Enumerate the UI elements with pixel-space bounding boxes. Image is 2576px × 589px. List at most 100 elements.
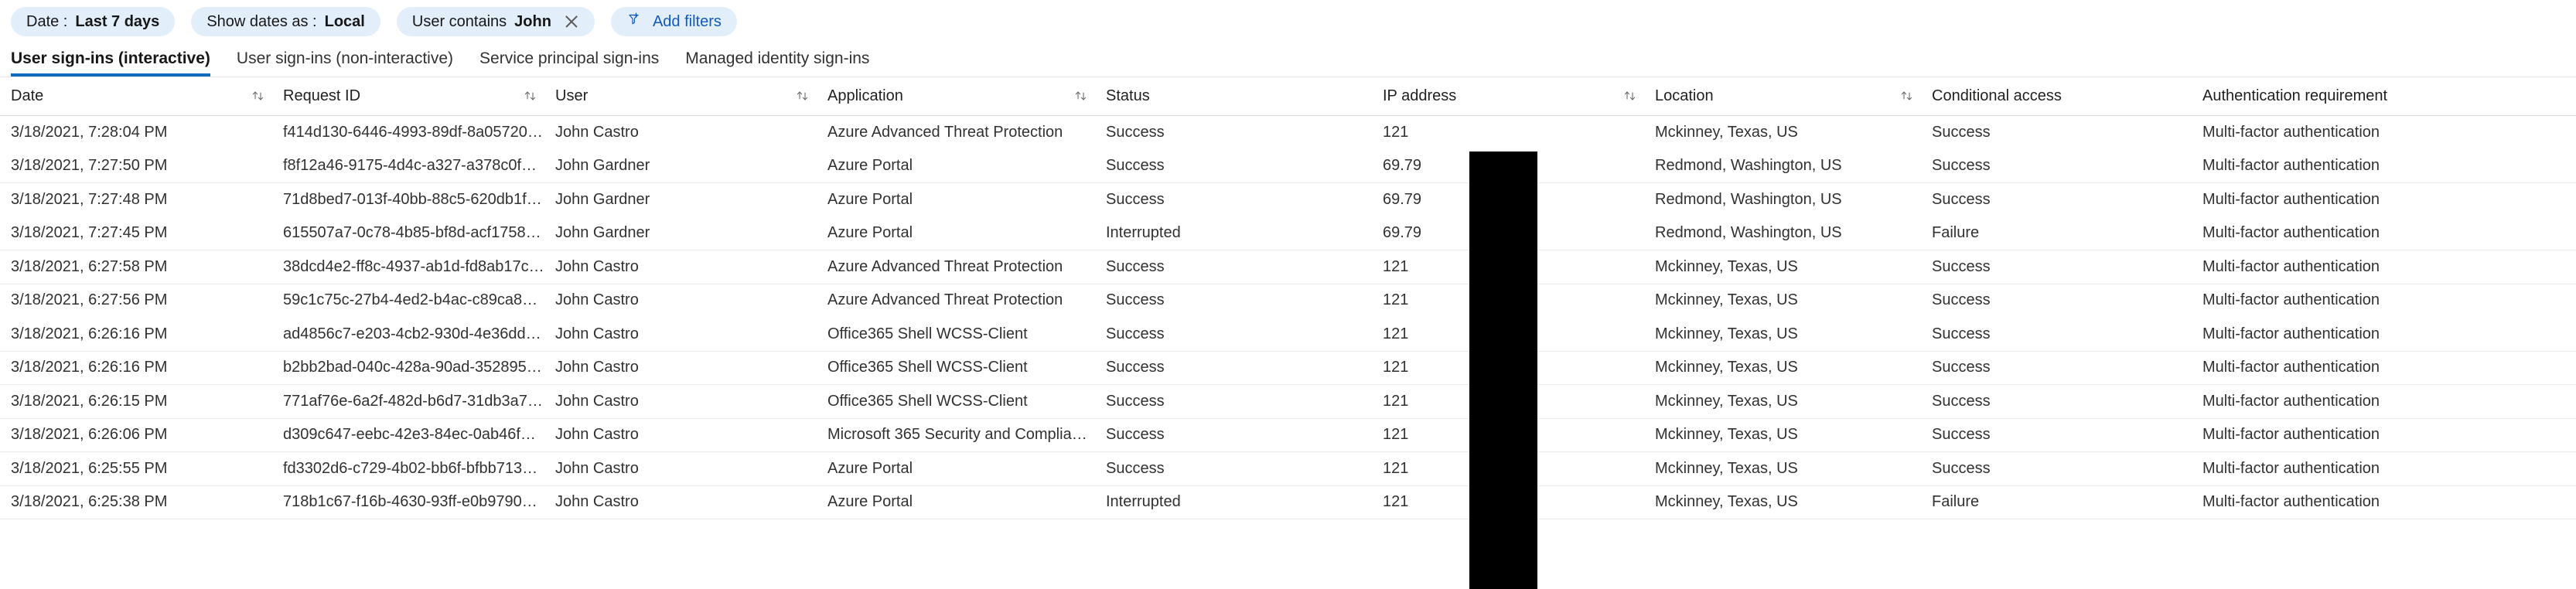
tab-3[interactable]: Managed identity sign-ins — [685, 49, 885, 77]
column-header-label: Authentication requirement — [2202, 87, 2388, 104]
cell-req: 59c1c75c-27b4-4ed2-b4ac-c89ca8d304... — [283, 291, 555, 309]
cell-auth: Multi-factor authentication — [2202, 359, 2380, 376]
cell-loc: Mckinney, Texas, US — [1655, 493, 1798, 511]
cell-app: Office365 Shell WCSS-Client — [827, 359, 1028, 376]
cell-req: 38dcd4e2-ff8c-4937-ab1d-fd8ab17c0400 — [283, 257, 555, 275]
cell-ca: Success — [1932, 392, 1991, 410]
column-header-date[interactable]: Date — [11, 87, 283, 105]
cell-date: 3/18/2021, 7:27:45 PM — [11, 224, 168, 242]
cell-loc: Mckinney, Texas, US — [1655, 459, 1798, 477]
table-row[interactable]: 3/18/2021, 6:26:16 PM b2bb2bad-040c-428a-… — [0, 352, 2576, 385]
cell-loc: Redmond, Washington, US — [1655, 190, 1842, 208]
table-row[interactable]: 3/18/2021, 7:28:04 PM f414d130-6446-4993-… — [0, 116, 2576, 150]
cell-ip: 121 — [1383, 123, 1409, 141]
filter-chip[interactable]: Date : Last 7 days — [11, 7, 176, 36]
cell-stat: Success — [1106, 291, 1165, 309]
cell-loc: Mckinney, Texas, US — [1655, 325, 1798, 342]
column-header-label: Application — [827, 87, 903, 104]
cell-date: 3/18/2021, 6:26:15 PM — [11, 392, 168, 410]
table-row[interactable]: 3/18/2021, 6:25:55 PM fd3302d6-c729-4b02-… — [0, 452, 2576, 486]
cell-stat: Success — [1106, 426, 1165, 444]
add-filters-label: Add filters — [652, 12, 722, 30]
filter-chip-label: Show dates as : — [206, 12, 317, 30]
cell-loc: Mckinney, Texas, US — [1655, 257, 1798, 275]
cell-app: Office365 Shell WCSS-Client — [827, 325, 1028, 342]
column-header-stat[interactable]: Status — [1106, 87, 1383, 105]
table-row[interactable]: 3/18/2021, 6:27:56 PM 59c1c75c-27b4-4ed2-… — [0, 284, 2576, 318]
table-row[interactable]: 3/18/2021, 7:27:48 PM 71d8bed7-013f-40bb-… — [0, 183, 2576, 217]
cell-ca: Success — [1932, 157, 1991, 175]
filter-chip-label: User contains — [411, 12, 507, 30]
add-filters-chip[interactable]: Add filters — [610, 7, 737, 36]
cell-loc: Redmond, Washington, US — [1655, 157, 1842, 175]
sort-arrows-icon[interactable] — [1073, 89, 1106, 104]
filter-bar: Date : Last 7 days Show dates as : Local Use… — [0, 0, 2576, 43]
cell-date: 3/18/2021, 6:25:55 PM — [11, 459, 168, 477]
cell-auth: Multi-factor authentication — [2202, 392, 2380, 410]
cell-app: Azure Portal — [827, 190, 913, 208]
cell-req: f414d130-6446-4993-89df-8a05720609... — [283, 123, 555, 141]
cell-auth: Multi-factor authentication — [2202, 426, 2380, 444]
cell-req: ad4856c7-e203-4cb2-930d-4e36dd210... — [283, 325, 555, 342]
tab-0[interactable]: User sign-ins (interactive) — [11, 49, 226, 77]
column-header-user[interactable]: User — [555, 87, 827, 105]
cell-auth: Multi-factor authentication — [2202, 459, 2380, 477]
sort-arrows-icon[interactable] — [795, 89, 827, 104]
cell-ca: Success — [1932, 359, 1991, 376]
column-header-ca[interactable]: Conditional access — [1932, 87, 2202, 105]
table-row[interactable]: 3/18/2021, 6:27:58 PM 38dcd4e2-ff8c-4937-… — [0, 250, 2576, 284]
cell-req: fd3302d6-c729-4b02-bb6f-bfbb713607... — [283, 459, 555, 477]
sort-arrows-icon[interactable] — [523, 89, 555, 104]
cell-app: Azure Advanced Threat Protection — [827, 257, 1063, 275]
table-row[interactable]: 3/18/2021, 7:27:50 PM f8f12a46-9175-4d4c-… — [0, 150, 2576, 183]
column-header-ip[interactable]: IP address — [1383, 87, 1655, 105]
cell-stat: Success — [1106, 190, 1165, 208]
column-header-label: Date — [11, 87, 44, 104]
cell-auth: Multi-factor authentication — [2202, 123, 2380, 141]
cell-user: John Castro — [555, 291, 639, 309]
table-row[interactable]: 3/18/2021, 6:26:15 PM 771af76e-6a2f-482d-… — [0, 385, 2576, 419]
table-body: 3/18/2021, 7:28:04 PM f414d130-6446-4993-… — [0, 116, 2576, 519]
sort-arrows-icon[interactable] — [1899, 89, 1932, 104]
cell-user: John Castro — [555, 257, 639, 275]
filter-chip[interactable]: Show dates as : Local — [191, 7, 380, 36]
cell-app: Azure Portal — [827, 224, 913, 242]
cell-user: John Castro — [555, 493, 639, 511]
cell-app: Azure Portal — [827, 493, 913, 511]
table-row[interactable]: 3/18/2021, 6:26:16 PM ad4856c7-e203-4cb2-… — [0, 318, 2576, 352]
cell-app: Azure Portal — [827, 459, 913, 477]
cell-loc: Mckinney, Texas, US — [1655, 359, 1798, 376]
cell-req: b2bb2bad-040c-428a-90ad-352895a40... — [283, 359, 555, 376]
cell-auth: Multi-factor authentication — [2202, 157, 2380, 175]
column-header-auth[interactable]: Authentication requirement — [2202, 87, 2527, 105]
sort-arrows-icon[interactable] — [1622, 89, 1655, 104]
cell-stat: Interrupted — [1106, 493, 1181, 511]
cell-stat: Success — [1106, 325, 1165, 342]
table-row[interactable]: 3/18/2021, 6:25:38 PM 718b1c67-f16b-4630-… — [0, 486, 2576, 519]
cell-loc: Redmond, Washington, US — [1655, 224, 1842, 242]
cell-ca: Success — [1932, 459, 1991, 477]
cell-user: John Castro — [555, 325, 639, 342]
column-header-label: User — [555, 87, 589, 104]
column-header-label: Status — [1106, 87, 1150, 104]
column-header-label: Location — [1655, 87, 1714, 104]
cell-app: Microsoft 365 Security and Compliance ..… — [827, 426, 1106, 444]
ip-address-redaction-overlay — [1469, 152, 1537, 589]
cell-stat: Success — [1106, 157, 1165, 175]
column-header-req[interactable]: Request ID — [283, 87, 555, 105]
table-row[interactable]: 3/18/2021, 6:26:06 PM d309c647-eebc-42e3-… — [0, 419, 2576, 452]
tab-1[interactable]: User sign-ins (non-interactive) — [237, 49, 469, 77]
cell-stat: Success — [1106, 392, 1165, 410]
cell-user: John Gardner — [555, 157, 650, 175]
cell-date: 3/18/2021, 6:25:38 PM — [11, 493, 168, 511]
column-header-loc[interactable]: Location — [1655, 87, 1932, 105]
column-header-app[interactable]: Application — [827, 87, 1106, 105]
close-icon[interactable] — [564, 14, 579, 29]
cell-stat: Success — [1106, 459, 1165, 477]
tab-2[interactable]: Service principal sign-ins — [479, 49, 674, 77]
filter-chip[interactable]: User contains John — [396, 7, 595, 36]
cell-user: John Gardner — [555, 190, 650, 208]
sort-arrows-icon[interactable] — [251, 89, 283, 104]
cell-date: 3/18/2021, 6:26:06 PM — [11, 426, 168, 444]
table-row[interactable]: 3/18/2021, 7:27:45 PM 615507a7-0c78-4b85-… — [0, 217, 2576, 250]
